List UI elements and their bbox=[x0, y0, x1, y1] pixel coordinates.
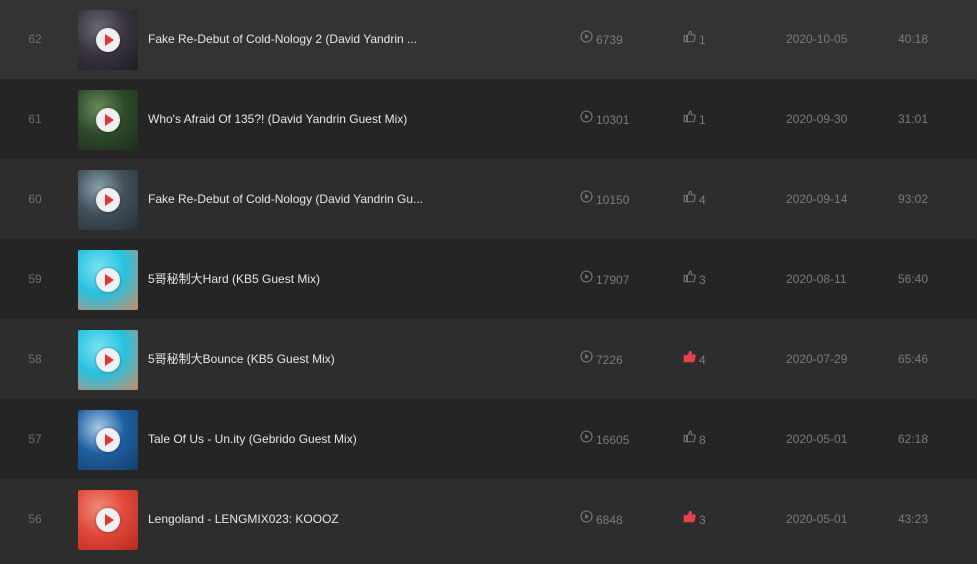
track-number: 61 bbox=[28, 112, 42, 126]
like-count[interactable]: 4 bbox=[683, 159, 743, 239]
track-duration: 56:40 bbox=[898, 272, 929, 286]
like-count-value: 4 bbox=[699, 192, 706, 207]
track-duration: 93:02 bbox=[898, 192, 929, 206]
play-count-value: 10150 bbox=[596, 192, 630, 207]
play-circle-icon bbox=[580, 159, 593, 239]
track-title[interactable]: Tale Of Us - Un.ity (Gebrido Guest Mix) bbox=[148, 399, 488, 479]
track-row[interactable]: 59 5哥秘制大Hard (KB5 Guest Mix) 17907 3 2020-08… bbox=[0, 239, 977, 319]
play-count-value: 6739 bbox=[596, 32, 623, 47]
track-date: 2020-05-01 bbox=[786, 512, 848, 526]
play-count: 6848 bbox=[580, 479, 670, 559]
play-count-value: 17907 bbox=[596, 272, 630, 287]
track-cover[interactable] bbox=[78, 490, 138, 550]
like-count-value: 1 bbox=[699, 112, 706, 127]
track-date: 2020-08-11 bbox=[786, 272, 847, 286]
play-count: 16605 bbox=[580, 399, 670, 479]
track-title[interactable]: 5哥秘制大Hard (KB5 Guest Mix) bbox=[148, 239, 488, 319]
play-count-value: 16605 bbox=[596, 432, 630, 447]
play-circle-icon bbox=[580, 239, 593, 319]
track-date: 2020-05-01 bbox=[786, 432, 848, 446]
track-number: 62 bbox=[28, 32, 42, 46]
track-title[interactable]: Fake Re-Debut of Cold-Nology (David Yand… bbox=[148, 159, 488, 239]
like-count[interactable]: 1 bbox=[683, 79, 743, 159]
play-count: 6739 bbox=[580, 0, 670, 79]
track-row[interactable]: 56 Lengoland - LENGMIX023: KOOOZ 6848 3 2020… bbox=[0, 479, 977, 559]
track-cover[interactable] bbox=[78, 330, 138, 390]
thumbs-up-icon[interactable] bbox=[683, 79, 696, 159]
play-button-icon[interactable] bbox=[96, 428, 120, 452]
like-count-value: 1 bbox=[699, 32, 706, 47]
like-count[interactable]: 4 bbox=[683, 319, 743, 399]
thumbs-up-icon[interactable] bbox=[683, 479, 696, 559]
play-button-icon[interactable] bbox=[96, 348, 120, 372]
track-date: 2020-07-29 bbox=[786, 352, 848, 366]
track-number: 59 bbox=[28, 272, 42, 286]
track-title[interactable]: Fake Re-Debut of Cold-Nology 2 (David Ya… bbox=[148, 0, 488, 79]
track-row[interactable]: 57 Tale Of Us - Un.ity (Gebrido Guest Mix… bbox=[0, 399, 977, 479]
like-count-value: 4 bbox=[699, 352, 706, 367]
track-list: 62 Fake Re-Debut of Cold-Nology 2 (David … bbox=[0, 0, 977, 563]
like-count[interactable]: 3 bbox=[683, 479, 743, 559]
track-title[interactable]: Lengoland - LENGMIX023: KOOOZ bbox=[148, 479, 488, 559]
track-title[interactable]: 5哥秘制大Bounce (KB5 Guest Mix) bbox=[148, 319, 488, 399]
play-button-icon[interactable] bbox=[96, 28, 120, 52]
play-button-icon[interactable] bbox=[96, 508, 120, 532]
like-count[interactable]: 1 bbox=[683, 0, 743, 79]
track-number: 60 bbox=[28, 192, 42, 206]
play-circle-icon bbox=[580, 79, 593, 159]
track-duration: 62:18 bbox=[898, 432, 929, 446]
play-count-value: 10301 bbox=[596, 112, 630, 127]
thumbs-up-icon[interactable] bbox=[683, 239, 696, 319]
track-number: 57 bbox=[28, 432, 42, 446]
track-row[interactable]: 60 Fake Re-Debut of Cold-Nology (David Ya… bbox=[0, 159, 977, 239]
play-count-value: 6848 bbox=[596, 512, 623, 527]
track-cover[interactable] bbox=[78, 10, 138, 70]
thumbs-up-icon[interactable] bbox=[683, 0, 696, 79]
like-count-value: 8 bbox=[699, 432, 706, 447]
track-row[interactable]: 62 Fake Re-Debut of Cold-Nology 2 (David … bbox=[0, 0, 977, 79]
thumbs-up-icon[interactable] bbox=[683, 159, 696, 239]
play-circle-icon bbox=[580, 319, 593, 399]
like-count[interactable]: 3 bbox=[683, 239, 743, 319]
play-circle-icon bbox=[580, 399, 593, 479]
play-circle-icon bbox=[580, 0, 593, 79]
like-count-value: 3 bbox=[699, 512, 706, 527]
like-count-value: 3 bbox=[699, 272, 706, 287]
track-duration: 40:18 bbox=[898, 32, 929, 46]
track-date: 2020-10-05 bbox=[786, 32, 848, 46]
track-row[interactable]: 58 5哥秘制大Bounce (KB5 Guest Mix) 7226 4 2020-0… bbox=[0, 319, 977, 399]
track-date: 2020-09-30 bbox=[786, 112, 848, 126]
track-cover[interactable] bbox=[78, 250, 138, 310]
thumbs-up-icon[interactable] bbox=[683, 319, 696, 399]
track-cover[interactable] bbox=[78, 170, 138, 230]
play-count: 17907 bbox=[580, 239, 670, 319]
track-number: 58 bbox=[28, 352, 42, 366]
track-cover[interactable] bbox=[78, 410, 138, 470]
play-count-value: 7226 bbox=[596, 352, 623, 367]
track-number: 56 bbox=[28, 512, 42, 526]
track-cover[interactable] bbox=[78, 90, 138, 150]
track-duration: 43:23 bbox=[898, 512, 929, 526]
thumbs-up-icon[interactable] bbox=[683, 399, 696, 479]
play-count: 10301 bbox=[580, 79, 670, 159]
play-button-icon[interactable] bbox=[96, 188, 120, 212]
play-button-icon[interactable] bbox=[96, 108, 120, 132]
track-duration: 65:46 bbox=[898, 352, 929, 366]
like-count[interactable]: 8 bbox=[683, 399, 743, 479]
play-count: 10150 bbox=[580, 159, 670, 239]
play-circle-icon bbox=[580, 479, 593, 559]
track-row[interactable]: 61 Who's Afraid Of 135?! (David Yandrin G… bbox=[0, 79, 977, 159]
track-date: 2020-09-14 bbox=[786, 192, 848, 206]
track-duration: 31:01 bbox=[898, 112, 929, 126]
track-title[interactable]: Who's Afraid Of 135?! (David Yandrin Gue… bbox=[148, 79, 488, 159]
play-button-icon[interactable] bbox=[96, 268, 120, 292]
play-count: 7226 bbox=[580, 319, 670, 399]
